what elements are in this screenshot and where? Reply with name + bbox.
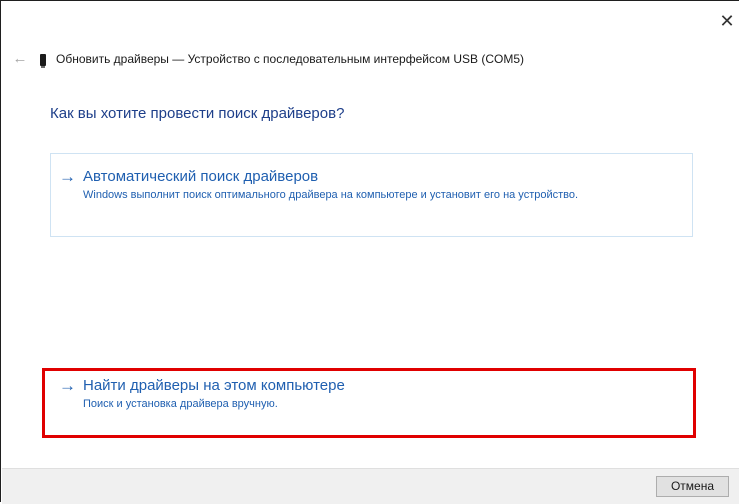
dialog-footer: Отмена [2, 468, 739, 504]
cancel-button[interactable]: Отмена [656, 476, 729, 497]
close-icon[interactable]: ✕ [719, 11, 734, 31]
auto-search-option[interactable]: → Автоматический поиск драйверов Windows… [50, 153, 693, 237]
dialog-title: Обновить драйверы — Устройство с последо… [56, 52, 525, 66]
browse-computer-title: Найти драйверы на этом компьютере [83, 377, 345, 394]
page-heading: Как вы хотите провести поиск драйверов? [50, 105, 345, 122]
auto-search-title: Автоматический поиск драйверов [83, 168, 319, 185]
auto-search-description: Windows выполнит поиск оптимального драй… [83, 189, 579, 201]
close-button[interactable]: ✕ [717, 11, 737, 31]
browse-computer-option[interactable]: → Найти драйверы на этом компьютере Поис… [46, 366, 692, 434]
browse-computer-description: Поиск и установка драйвера вручную. [83, 398, 278, 410]
arrow-right-icon: → [59, 167, 76, 186]
arrow-right-icon: → [59, 376, 76, 395]
back-button[interactable]: ← [11, 50, 29, 68]
back-arrow-icon[interactable]: ← [13, 50, 28, 67]
driver-update-dialog: ✕ ← Обновить драйверы — Устройство с пос… [0, 0, 739, 504]
usb-device-icon [40, 54, 46, 68]
